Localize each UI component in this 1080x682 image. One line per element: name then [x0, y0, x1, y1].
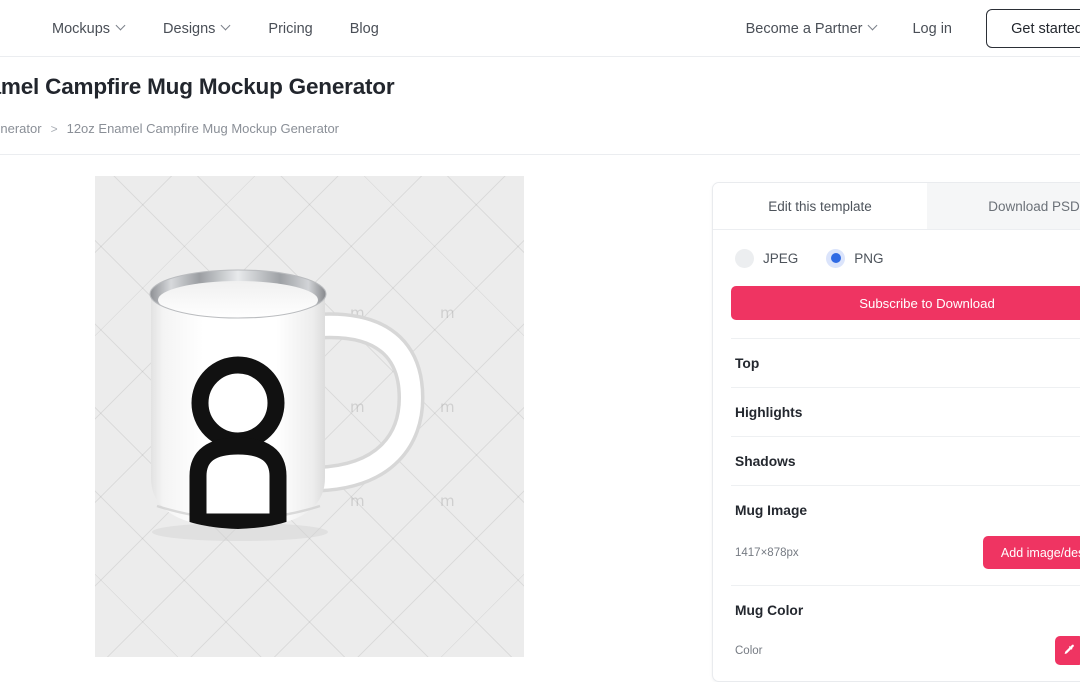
page-title: 12oz Enamel Campfire Mug Mockup Generato…	[0, 74, 395, 99]
section-shadows[interactable]: Shadows	[731, 436, 1080, 485]
color-controls	[1055, 636, 1080, 665]
chevron-down-icon	[869, 22, 878, 31]
section-top[interactable]: Top	[731, 338, 1080, 387]
section-title: Mug Color	[735, 603, 804, 618]
section-title: Mug Image	[735, 503, 808, 518]
tab-label: Edit this template	[768, 198, 872, 214]
nav-item-become-a-partner[interactable]: Become a Partner	[746, 21, 879, 37]
nav-item-pricing[interactable]: Pricing	[268, 21, 312, 37]
nav-item-label: Blog	[349, 20, 379, 37]
radio-unselected-icon	[735, 248, 754, 268]
mug-color-row: Color	[735, 636, 1080, 665]
eyedropper-icon	[1064, 644, 1074, 654]
mug-image	[149, 269, 425, 541]
section-title: Top	[735, 356, 760, 371]
mug-image-row: 1417×878px Add image/design	[735, 536, 1080, 569]
primary-nav: Mockups Designs Pricing Blog	[52, 0, 379, 57]
nav-item-label: Pricing	[268, 20, 313, 37]
nav-item-mockups[interactable]: Mockups	[52, 21, 126, 37]
breadcrumb-parent-link[interactable]: Mug Mockup Generator	[0, 121, 42, 136]
add-image-design-label: Add image/design	[1000, 545, 1080, 560]
top-navbar: Mockups Designs Pricing Blog Become a Pa…	[0, 0, 1080, 57]
subscribe-label: Subscribe to Download	[859, 295, 995, 311]
chevron-down-icon	[222, 22, 231, 31]
breadcrumb-current: 12oz Enamel Campfire Mug Mockup Generato…	[66, 121, 339, 136]
subscribe-to-download-button[interactable]: Subscribe to Download	[731, 286, 1080, 320]
editor-body: JPEG PNG Subscribe to Download Top Highl…	[713, 230, 1080, 681]
radio-label: JPEG	[763, 250, 799, 266]
nav-item-blog[interactable]: Blog	[350, 21, 379, 37]
radio-selected-icon	[826, 248, 846, 268]
mug-color-label: Color	[735, 644, 763, 657]
editor-panel: Edit this template Download PSD JPEG PNG…	[712, 182, 1080, 682]
nav-item-label: Designs	[163, 20, 216, 37]
nav-item-label: Mockups	[52, 20, 111, 37]
tab-label: Download PSD	[988, 198, 1080, 214]
section-title: Highlights	[735, 405, 803, 420]
tab-download-psd[interactable]: Download PSD	[927, 183, 1080, 229]
nav-item-designs[interactable]: Designs	[163, 21, 231, 37]
format-radio-group: JPEG PNG	[731, 230, 1080, 286]
secondary-nav: Become a Partner Log in Get started	[746, 0, 1080, 57]
nav-item-label: Log in	[912, 20, 952, 37]
nav-item-label: Become a Partner	[745, 20, 863, 37]
radio-jpeg[interactable]: JPEG	[735, 248, 799, 268]
breadcrumb: Mug Mockup Generator > 12oz Enamel Campf…	[0, 121, 339, 136]
editor-tabs: Edit this template Download PSD	[713, 183, 1080, 230]
get-started-label: Get started	[1011, 20, 1080, 37]
tab-edit-this-template[interactable]: Edit this template	[713, 183, 927, 229]
page-header: 12oz Enamel Campfire Mug Mockup Generato…	[0, 57, 1080, 155]
mug-image-dimensions: 1417×878px	[735, 546, 799, 559]
radio-png[interactable]: PNG	[826, 248, 884, 268]
radio-label: PNG	[854, 250, 884, 266]
get-started-button[interactable]: Get started	[986, 9, 1080, 48]
section-mug-image: Mug Image 1417×878px Add image/design	[731, 485, 1080, 585]
section-mug-color: Mug Color Color	[731, 585, 1080, 681]
breadcrumb-separator-icon: >	[50, 121, 58, 136]
add-image-design-button[interactable]: Add image/design	[982, 536, 1080, 569]
chevron-down-icon	[117, 22, 126, 31]
section-highlights[interactable]: Highlights	[731, 387, 1080, 436]
section-title: Shadows	[735, 454, 796, 469]
nav-item-log-in[interactable]: Log in	[912, 21, 952, 37]
mockup-preview-canvas[interactable]: m m m m m m m m m	[95, 176, 524, 657]
eyedropper-button[interactable]	[1055, 636, 1080, 665]
